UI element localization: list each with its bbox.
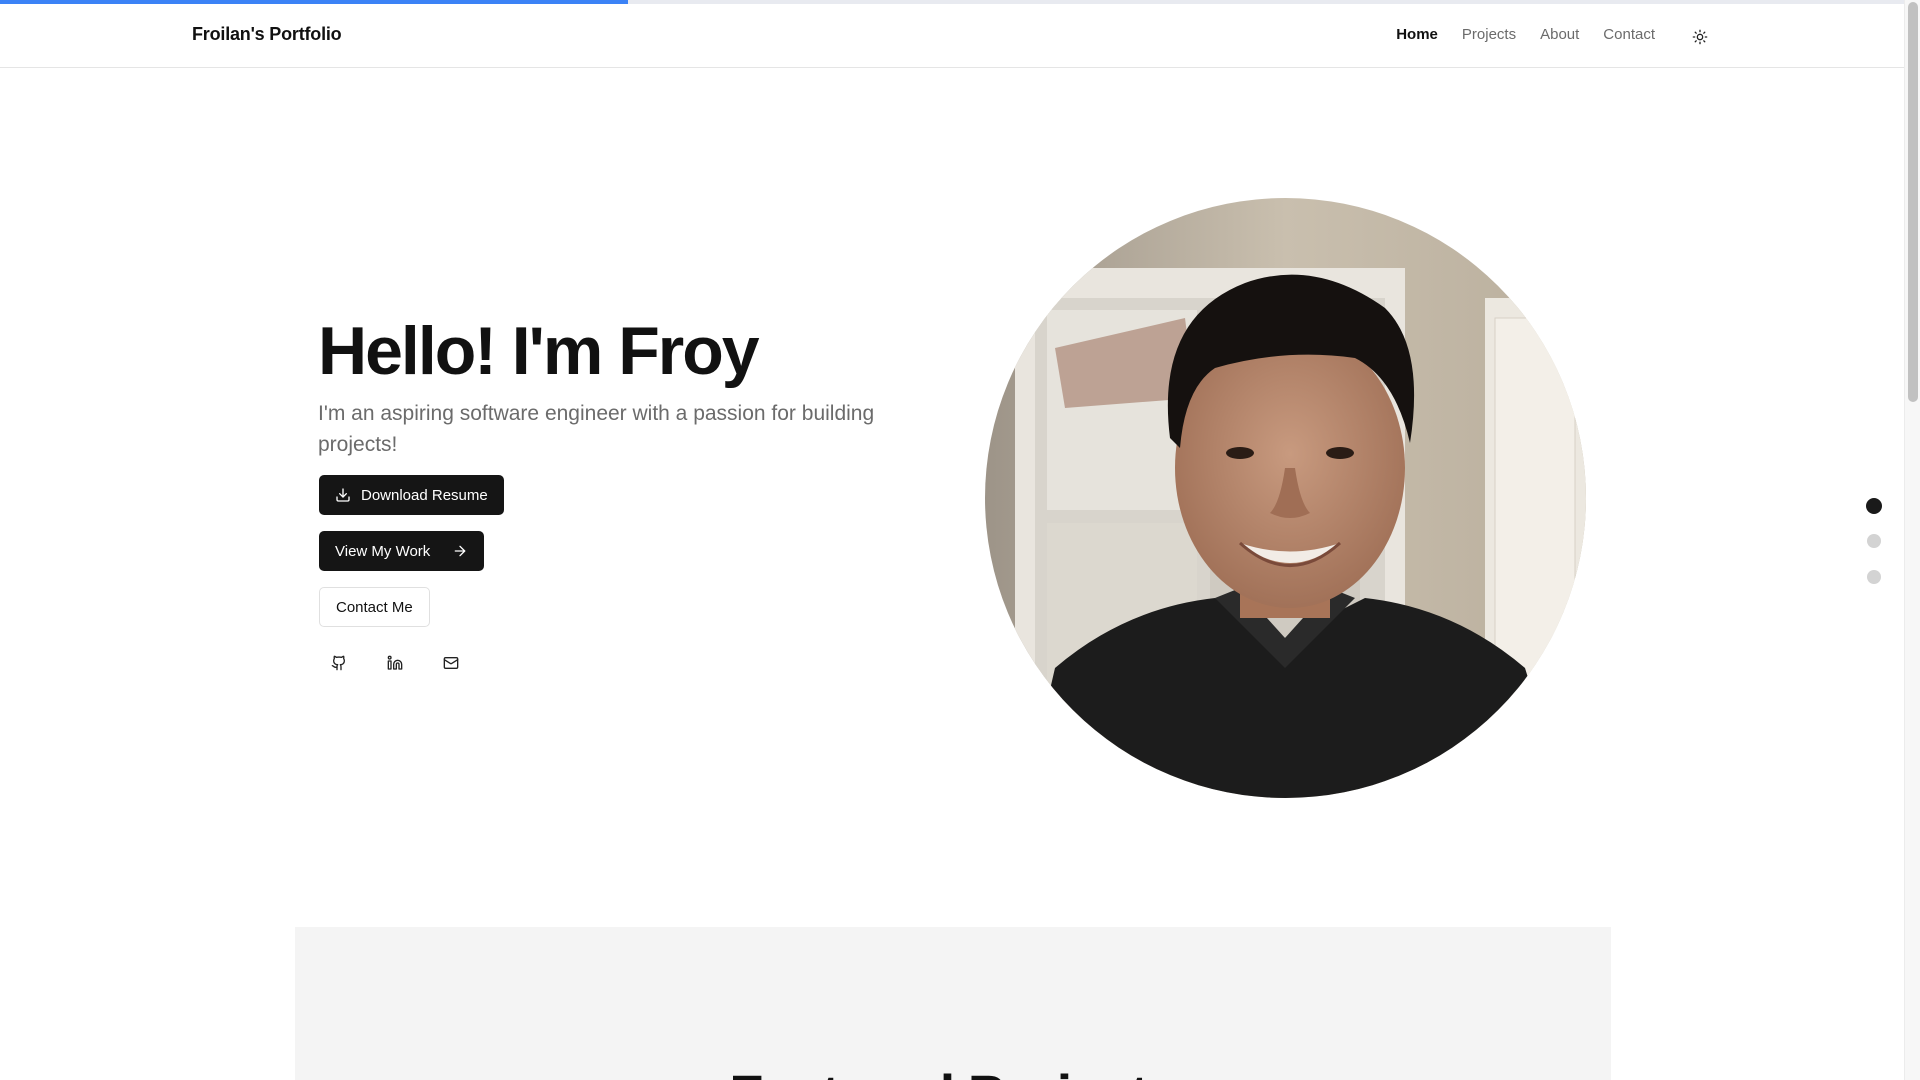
main-nav: Home Projects About Contact xyxy=(1396,26,1655,43)
email-link[interactable] xyxy=(439,651,463,675)
hero-title: Hello! I'm Froy xyxy=(318,313,760,389)
download-resume-button[interactable]: Download Resume xyxy=(319,475,504,515)
download-icon xyxy=(336,488,350,502)
github-link[interactable] xyxy=(327,651,351,675)
contact-me-label: Contact Me xyxy=(336,598,413,616)
section-dot-2[interactable] xyxy=(1867,534,1881,548)
scrollbar-thumb[interactable] xyxy=(1908,2,1918,402)
nav-home[interactable]: Home xyxy=(1396,26,1438,43)
linkedin-icon xyxy=(387,655,403,670)
section-dot-1[interactable] xyxy=(1866,498,1882,514)
github-icon xyxy=(331,655,346,671)
arrow-right-icon xyxy=(454,545,466,557)
sun-icon xyxy=(1692,29,1708,45)
contact-me-button[interactable]: Contact Me xyxy=(319,587,430,627)
brand-logo[interactable]: Froilan's Portfolio xyxy=(192,24,342,45)
site-header: Froilan's Portfolio Home Projects About … xyxy=(0,4,1904,68)
page-scrollbar[interactable] xyxy=(1904,0,1920,1080)
download-resume-label: Download Resume xyxy=(361,486,488,504)
profile-photo xyxy=(985,198,1586,798)
hero-subtitle: I'm an aspiring software engineer with a… xyxy=(318,402,875,456)
view-my-work-button[interactable]: View My Work xyxy=(319,531,485,571)
nav-contact[interactable]: Contact xyxy=(1603,26,1655,43)
section-dot-3[interactable] xyxy=(1867,570,1881,584)
linkedin-link[interactable] xyxy=(383,651,407,675)
nav-projects[interactable]: Projects xyxy=(1462,26,1516,43)
view-my-work-label: View My Work xyxy=(335,542,431,560)
nav-about[interactable]: About xyxy=(1540,26,1579,43)
theme-toggle-button[interactable] xyxy=(1689,26,1711,48)
mail-icon xyxy=(443,657,459,669)
featured-projects-title: Featured Projects xyxy=(295,1062,1611,1080)
featured-projects-section: Featured Projects xyxy=(295,927,1611,1080)
